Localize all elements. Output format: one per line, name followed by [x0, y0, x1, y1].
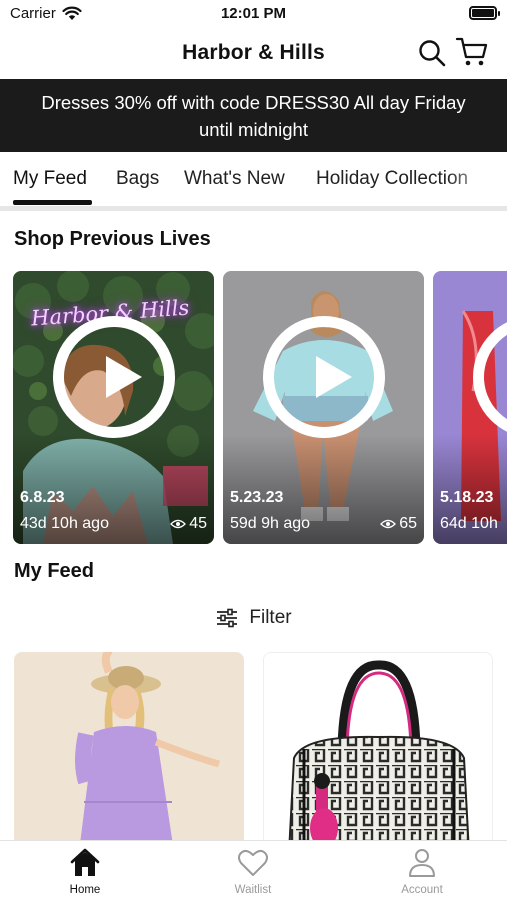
nav-waitlist[interactable]: Waitlist [193, 847, 313, 896]
nav-account[interactable]: Account [362, 847, 482, 896]
eye-icon [170, 519, 187, 529]
live-time-ago: 64d 10h [440, 515, 498, 532]
sliders-icon [217, 608, 238, 628]
live-time-ago: 43d 10h ago [20, 515, 109, 532]
live-video-card[interactable]: Harbor & Hills 6.8.23 43d 10h ago 45 [13, 271, 214, 544]
person-icon [409, 849, 435, 877]
home-icon [70, 848, 100, 876]
product-image [14, 652, 244, 852]
nav-waitlist-label: Waitlist [234, 884, 272, 896]
section-title-my-feed: My Feed [14, 560, 95, 582]
nav-account-label: Account [401, 884, 443, 896]
live-video-card[interactable]: 5.18.23 64d 10h [433, 271, 507, 544]
previous-lives-carousel: Harbor & Hills 6.8.23 43d 10h ago 45 5.2… [0, 271, 507, 545]
tab-my-feed[interactable]: My Feed [13, 168, 87, 190]
product-image [264, 653, 492, 851]
promo-text-line2: until midnight [198, 119, 308, 140]
live-view-count: 65 [380, 515, 417, 533]
live-video-card[interactable]: 5.23.23 59d 9h ago 65 [223, 271, 424, 544]
promo-text-line1: Dresses 30% off with code DRESS30 All da… [41, 92, 466, 113]
nav-home[interactable]: Home [25, 847, 145, 896]
live-view-count: 45 [170, 515, 207, 533]
clock: 12:01 PM [220, 5, 287, 22]
cart-icon[interactable] [455, 36, 489, 68]
live-date: 5.23.23 [230, 489, 284, 506]
play-icon [316, 356, 352, 398]
eye-icon [380, 519, 397, 529]
promo-banner[interactable]: Dresses 30% off with code DRESS30 All da… [0, 79, 507, 152]
product-card[interactable] [14, 652, 244, 852]
app-header: Harbor & Hills [0, 30, 507, 78]
nav-home-label: Home [69, 884, 101, 896]
tab-whats-new[interactable]: What's New [184, 168, 285, 190]
tab-bags[interactable]: Bags [116, 168, 159, 190]
status-bar: Carrier 12:01 PM [0, 0, 507, 30]
bottom-navigation: Home Waitlist Account [0, 840, 507, 900]
play-button[interactable] [53, 316, 175, 438]
live-date: 6.8.23 [20, 489, 65, 506]
category-tabs: My Feed Bags What's New Holiday Collecti… [0, 152, 507, 210]
section-title-previous-lives: Shop Previous Lives [14, 228, 211, 250]
play-icon [106, 356, 142, 398]
active-tab-indicator [13, 200, 92, 205]
search-icon[interactable] [417, 38, 447, 68]
play-button[interactable] [263, 316, 385, 438]
battery-icon [469, 6, 500, 20]
live-time-ago: 59d 9h ago [230, 515, 311, 532]
live-date: 5.18.23 [440, 489, 494, 506]
heart-icon [238, 849, 268, 876]
product-card[interactable] [263, 652, 493, 852]
filter-button[interactable]: Filter [0, 604, 507, 632]
filter-label: Filter [249, 607, 292, 628]
tabs-divider [0, 206, 507, 211]
tab-holiday-collection[interactable]: Holiday Collection [316, 168, 468, 190]
